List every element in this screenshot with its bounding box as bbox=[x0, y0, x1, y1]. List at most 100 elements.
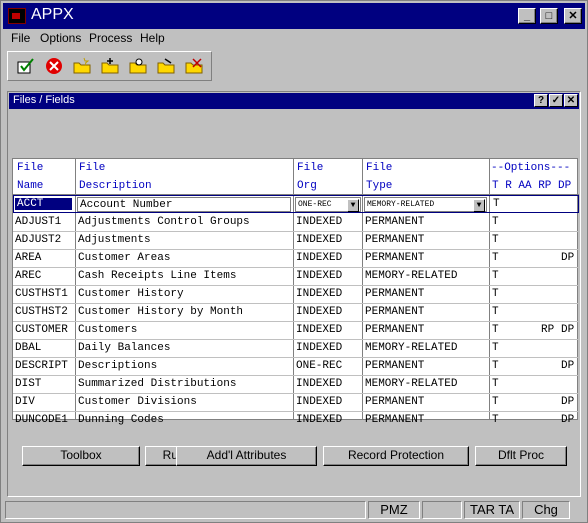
description-cell: Adjustments Control Groups bbox=[78, 216, 250, 228]
description-cell: Customers bbox=[78, 324, 138, 336]
maximize-button[interactable]: □ bbox=[540, 8, 558, 24]
addl-attributes-button[interactable]: Add'l Attributes bbox=[176, 446, 317, 466]
col-desc-header-2: Description bbox=[79, 180, 152, 192]
app-window: APPX _ □ ✕ File Options Process Help Fil… bbox=[0, 0, 588, 523]
file-name-cell: DIV bbox=[15, 396, 35, 408]
table-row[interactable]: ADJUST2 Adjustments INDEXED PERMANENT T bbox=[13, 232, 579, 250]
option-t-cell: T bbox=[492, 288, 499, 300]
record-protection-button[interactable]: Record Protection bbox=[323, 446, 469, 466]
org-cell: INDEXED bbox=[296, 414, 343, 426]
col-name-header-1: File bbox=[17, 162, 44, 174]
minimize-button[interactable]: _ bbox=[518, 8, 536, 24]
type-cell: PERMANENT bbox=[365, 252, 425, 264]
type-cell: PERMANENT bbox=[365, 288, 425, 300]
col-org-header-2: Org bbox=[297, 180, 317, 192]
description-cell: Adjustments bbox=[78, 234, 151, 246]
file-name-cell: ADJUST1 bbox=[15, 216, 62, 228]
table-row[interactable]: DIV Customer Divisions INDEXED PERMANENT T DP bbox=[13, 394, 579, 412]
org-cell: INDEXED bbox=[296, 396, 343, 408]
org-cell: INDEXED bbox=[296, 252, 343, 264]
default-proc-button[interactable]: Dflt Proc bbox=[475, 446, 567, 466]
type-cell: PERMANENT bbox=[365, 396, 425, 408]
option-t-cell: T bbox=[492, 306, 499, 318]
option-dp-cell: DP bbox=[561, 396, 575, 408]
table-row[interactable]: ADJUST1 Adjustments Control Groups INDEXED… bbox=[13, 214, 579, 232]
cancel-icon[interactable] bbox=[44, 57, 64, 75]
chevron-down-icon[interactable]: ▼ bbox=[473, 199, 485, 212]
table-row[interactable]: DBAL Daily Balances INDEXED MEMORY-RELATED T bbox=[13, 340, 579, 358]
org-cell: INDEXED bbox=[296, 234, 343, 246]
delete-folder-icon[interactable] bbox=[184, 57, 204, 75]
help-button[interactable]: ? bbox=[534, 94, 548, 107]
option-t-cell: T bbox=[492, 342, 499, 354]
file-name-cell: CUSTHST1 bbox=[15, 288, 68, 300]
type-cell: MEMORY-RELATED bbox=[365, 378, 458, 390]
type-cell: PERMANENT bbox=[365, 324, 425, 336]
table-row-edit[interactable]: ACCT Account Number ONE-REC ▼ MEMORY-RELA… bbox=[13, 195, 579, 213]
file-name-cell: DIST bbox=[15, 378, 42, 390]
files-table: File Name File Description File Org File… bbox=[12, 158, 579, 430]
edit-description-field[interactable]: Account Number bbox=[77, 197, 291, 212]
status-message bbox=[5, 501, 366, 519]
menu-file[interactable]: File bbox=[11, 31, 30, 45]
app-icon[interactable] bbox=[8, 8, 26, 24]
table-row[interactable]: CUSTOMER Customers INDEXED PERMANENT T RP DP bbox=[13, 322, 579, 340]
ok-button[interactable]: ✓ bbox=[549, 94, 563, 107]
close-button[interactable]: ✕ bbox=[564, 8, 582, 24]
status-tar: TAR TA bbox=[464, 501, 520, 519]
description-cell: Customer Divisions bbox=[78, 396, 197, 408]
table-row[interactable]: DESCRIPT Descriptions ONE-REC PERMANENT T DP bbox=[13, 358, 579, 376]
org-cell: ONE-REC bbox=[296, 360, 343, 372]
menu-process[interactable]: Process bbox=[89, 31, 132, 45]
file-name-cell: ADJUST2 bbox=[15, 234, 62, 246]
description-cell: Dunning Codes bbox=[78, 414, 164, 426]
org-cell: INDEXED bbox=[296, 270, 343, 282]
menu-help[interactable]: Help bbox=[140, 31, 165, 45]
col-type-header-2: Type bbox=[366, 180, 393, 192]
option-dp-cell: DP bbox=[561, 414, 575, 426]
toolbox-button[interactable]: Toolbox bbox=[22, 446, 140, 466]
table-row[interactable]: AREA Customer Areas INDEXED PERMANENT T DP bbox=[13, 250, 579, 268]
file-name-cell: DESCRIPT bbox=[15, 360, 68, 372]
org-cell: INDEXED bbox=[296, 342, 343, 354]
description-cell: Summarized Distributions bbox=[78, 378, 237, 390]
status-blank bbox=[422, 501, 462, 519]
option-t-cell: T bbox=[492, 378, 499, 390]
table-row[interactable]: AREC Cash Receipts Line Items INDEXED MEMOR… bbox=[13, 268, 579, 286]
col-name-header-2: Name bbox=[17, 180, 44, 192]
table-row[interactable]: DUNCODE1 Dunning Codes INDEXED PERMANENT T DP bbox=[13, 412, 579, 430]
subwindow-close-button[interactable]: ✕ bbox=[564, 94, 578, 107]
description-cell: Cash Receipts Line Items bbox=[78, 270, 237, 282]
table-row[interactable]: CUSTHST1 Customer History INDEXED PERMANENT… bbox=[13, 286, 579, 304]
file-name-cell: AREA bbox=[15, 252, 42, 264]
edit-file-name[interactable]: ACCT bbox=[15, 198, 72, 210]
edit-type-select[interactable]: MEMORY-RELATED ▼ bbox=[364, 197, 487, 212]
toolbar bbox=[7, 51, 212, 81]
menu-options[interactable]: Options bbox=[40, 31, 81, 45]
move-folder-icon[interactable] bbox=[156, 57, 176, 75]
table-row[interactable]: CUSTHST2 Customer History by Month INDEXED… bbox=[13, 304, 579, 322]
edit-org-select[interactable]: ONE-REC ▼ bbox=[295, 197, 361, 212]
table-header: File Name File Description File Org File… bbox=[13, 159, 579, 195]
search-folder-icon[interactable] bbox=[128, 57, 148, 75]
option-dp-cell: DP bbox=[561, 252, 575, 264]
table-row[interactable]: DIST Summarized Distributions INDEXED MEMOR… bbox=[13, 376, 579, 394]
option-t-cell: T bbox=[492, 360, 499, 372]
file-name-cell: DBAL bbox=[15, 342, 42, 354]
new-folder-icon[interactable] bbox=[72, 57, 92, 75]
type-cell: PERMANENT bbox=[365, 414, 425, 426]
chevron-down-icon[interactable]: ▼ bbox=[347, 199, 359, 212]
option-dp-cell: DP bbox=[561, 324, 575, 336]
open-folder-icon[interactable] bbox=[100, 57, 120, 75]
option-t-cell: T bbox=[492, 252, 499, 264]
file-name-cell: CUSTOMER bbox=[15, 324, 68, 336]
option-dp-cell: DP bbox=[561, 360, 575, 372]
type-cell: PERMANENT bbox=[365, 306, 425, 318]
col-desc-header-1: File bbox=[79, 162, 106, 174]
col-type-header-1: File bbox=[366, 162, 393, 174]
org-cell: INDEXED bbox=[296, 288, 343, 300]
confirm-icon[interactable] bbox=[16, 57, 36, 75]
type-cell: MEMORY-RELATED bbox=[365, 270, 458, 282]
files-fields-window: Files / Fields ? ✓ ✕ File Name File Desc… bbox=[7, 91, 581, 497]
option-t-cell: T bbox=[492, 396, 499, 408]
